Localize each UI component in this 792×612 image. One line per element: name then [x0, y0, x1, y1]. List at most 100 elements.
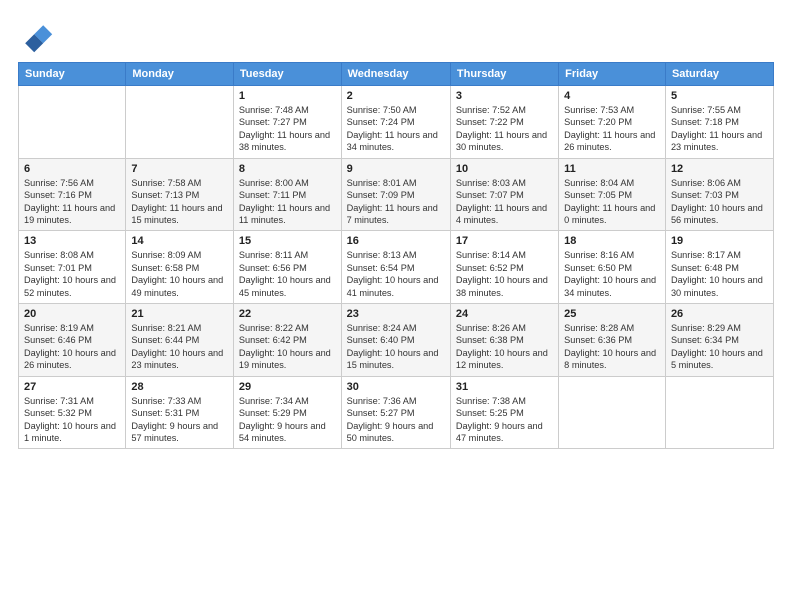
day-info: Sunrise: 7:53 AMSunset: 7:20 PMDaylight:… — [564, 104, 660, 154]
day-info: Sunrise: 7:38 AMSunset: 5:25 PMDaylight:… — [456, 395, 553, 445]
day-info: Sunrise: 8:09 AMSunset: 6:58 PMDaylight:… — [131, 249, 228, 299]
week-row-2: 13 Sunrise: 8:08 AMSunset: 7:01 PMDayligh… — [19, 231, 774, 304]
day-number: 26 — [671, 308, 768, 320]
day-info: Sunrise: 7:31 AMSunset: 5:32 PMDaylight:… — [24, 395, 120, 445]
weekday-header-monday: Monday — [126, 63, 234, 86]
day-number: 6 — [24, 163, 120, 175]
day-number: 12 — [671, 163, 768, 175]
day-info: Sunrise: 8:29 AMSunset: 6:34 PMDaylight:… — [671, 322, 768, 372]
calendar-cell: 31Sunrise: 7:38 AMSunset: 5:25 PMDayligh… — [450, 376, 558, 449]
calendar-cell: 30Sunrise: 7:36 AMSunset: 5:27 PMDayligh… — [341, 376, 450, 449]
day-info: Sunrise: 8:11 AMSunset: 6:56 PMDaylight:… — [239, 249, 336, 299]
calendar-cell: 26 Sunrise: 8:29 AMSunset: 6:34 PMDayligh… — [665, 304, 773, 377]
day-info: Sunrise: 7:48 AMSunset: 7:27 PMDaylight:… — [239, 104, 336, 154]
calendar-cell: 3Sunrise: 7:52 AMSunset: 7:22 PMDaylight… — [450, 86, 558, 159]
week-row-3: 20 Sunrise: 8:19 AMSunset: 6:46 PMDayligh… — [19, 304, 774, 377]
page: SundayMondayTuesdayWednesdayThursdayFrid… — [0, 0, 792, 612]
day-number: 20 — [24, 308, 120, 320]
logo-icon — [18, 18, 54, 54]
day-number: 23 — [347, 308, 445, 320]
day-number: 28 — [131, 381, 228, 393]
calendar-cell: 21 Sunrise: 8:21 AMSunset: 6:44 PMDayligh… — [126, 304, 234, 377]
day-info: Sunrise: 8:19 AMSunset: 6:46 PMDaylight:… — [24, 322, 120, 372]
day-number: 9 — [347, 163, 445, 175]
day-info: Sunrise: 8:00 AMSunset: 7:11 PMDaylight:… — [239, 177, 336, 227]
day-info: Sunrise: 8:04 AMSunset: 7:05 PMDaylight:… — [564, 177, 660, 227]
day-info: Sunrise: 8:26 AMSunset: 6:38 PMDaylight:… — [456, 322, 553, 372]
day-number: 18 — [564, 235, 660, 247]
calendar-table: SundayMondayTuesdayWednesdayThursdayFrid… — [18, 62, 774, 449]
calendar-cell: 29Sunrise: 7:34 AMSunset: 5:29 PMDayligh… — [233, 376, 341, 449]
day-info: Sunrise: 8:24 AMSunset: 6:40 PMDaylight:… — [347, 322, 445, 372]
calendar-cell: 20 Sunrise: 8:19 AMSunset: 6:46 PMDayligh… — [19, 304, 126, 377]
calendar-cell: 5 Sunrise: 7:55 AMSunset: 7:18 PMDaylight… — [665, 86, 773, 159]
day-info: Sunrise: 7:36 AMSunset: 5:27 PMDaylight:… — [347, 395, 445, 445]
day-number: 22 — [239, 308, 336, 320]
day-info: Sunrise: 8:17 AMSunset: 6:48 PMDaylight:… — [671, 249, 768, 299]
day-number: 27 — [24, 381, 120, 393]
day-info: Sunrise: 8:03 AMSunset: 7:07 PMDaylight:… — [456, 177, 553, 227]
calendar-cell: 15Sunrise: 8:11 AMSunset: 6:56 PMDayligh… — [233, 231, 341, 304]
day-info: Sunrise: 7:34 AMSunset: 5:29 PMDaylight:… — [239, 395, 336, 445]
calendar-cell: 10 Sunrise: 8:03 AMSunset: 7:07 PMDayligh… — [450, 158, 558, 231]
day-number: 25 — [564, 308, 660, 320]
week-row-0: 1 Sunrise: 7:48 AMSunset: 7:27 PMDaylight… — [19, 86, 774, 159]
calendar-cell: 13 Sunrise: 8:08 AMSunset: 7:01 PMDayligh… — [19, 231, 126, 304]
day-number: 16 — [347, 235, 445, 247]
weekday-header-sunday: Sunday — [19, 63, 126, 86]
calendar-cell: 7 Sunrise: 7:58 AMSunset: 7:13 PMDaylight… — [126, 158, 234, 231]
day-info: Sunrise: 8:08 AMSunset: 7:01 PMDaylight:… — [24, 249, 120, 299]
day-number: 5 — [671, 90, 768, 102]
header — [18, 18, 774, 54]
calendar-cell: 6 Sunrise: 7:56 AMSunset: 7:16 PMDaylight… — [19, 158, 126, 231]
calendar-cell: 14 Sunrise: 8:09 AMSunset: 6:58 PMDayligh… — [126, 231, 234, 304]
calendar-cell: 17Sunrise: 8:14 AMSunset: 6:52 PMDayligh… — [450, 231, 558, 304]
day-info: Sunrise: 8:28 AMSunset: 6:36 PMDaylight:… — [564, 322, 660, 372]
weekday-header-thursday: Thursday — [450, 63, 558, 86]
calendar-cell: 11 Sunrise: 8:04 AMSunset: 7:05 PMDayligh… — [559, 158, 666, 231]
day-number: 7 — [131, 163, 228, 175]
day-info: Sunrise: 7:55 AMSunset: 7:18 PMDaylight:… — [671, 104, 768, 154]
day-info: Sunrise: 8:01 AMSunset: 7:09 PMDaylight:… — [347, 177, 445, 227]
calendar-cell: 28 Sunrise: 7:33 AMSunset: 5:31 PMDayligh… — [126, 376, 234, 449]
day-number: 8 — [239, 163, 336, 175]
calendar-cell — [665, 376, 773, 449]
calendar-cell: 22Sunrise: 8:22 AMSunset: 6:42 PMDayligh… — [233, 304, 341, 377]
logo — [18, 18, 58, 54]
day-number: 13 — [24, 235, 120, 247]
week-row-1: 6 Sunrise: 7:56 AMSunset: 7:16 PMDaylight… — [19, 158, 774, 231]
calendar-cell — [19, 86, 126, 159]
calendar-cell: 16 Sunrise: 8:13 AMSunset: 6:54 PMDayligh… — [341, 231, 450, 304]
day-number: 11 — [564, 163, 660, 175]
day-number: 1 — [239, 90, 336, 102]
day-info: Sunrise: 7:50 AMSunset: 7:24 PMDaylight:… — [347, 104, 445, 154]
weekday-header-wednesday: Wednesday — [341, 63, 450, 86]
calendar-cell: 9 Sunrise: 8:01 AMSunset: 7:09 PMDaylight… — [341, 158, 450, 231]
calendar-cell: 24Sunrise: 8:26 AMSunset: 6:38 PMDayligh… — [450, 304, 558, 377]
day-number: 10 — [456, 163, 553, 175]
weekday-header-friday: Friday — [559, 63, 666, 86]
calendar-cell: 25 Sunrise: 8:28 AMSunset: 6:36 PMDayligh… — [559, 304, 666, 377]
calendar-cell: 19Sunrise: 8:17 AMSunset: 6:48 PMDayligh… — [665, 231, 773, 304]
calendar-cell: 1 Sunrise: 7:48 AMSunset: 7:27 PMDaylight… — [233, 86, 341, 159]
calendar-cell: 27 Sunrise: 7:31 AMSunset: 5:32 PMDayligh… — [19, 376, 126, 449]
day-number: 2 — [347, 90, 445, 102]
day-info: Sunrise: 7:33 AMSunset: 5:31 PMDaylight:… — [131, 395, 228, 445]
calendar-cell: 2 Sunrise: 7:50 AMSunset: 7:24 PMDaylight… — [341, 86, 450, 159]
day-info: Sunrise: 8:13 AMSunset: 6:54 PMDaylight:… — [347, 249, 445, 299]
weekday-header-tuesday: Tuesday — [233, 63, 341, 86]
day-info: Sunrise: 8:21 AMSunset: 6:44 PMDaylight:… — [131, 322, 228, 372]
calendar-cell: 18 Sunrise: 8:16 AMSunset: 6:50 PMDayligh… — [559, 231, 666, 304]
day-info: Sunrise: 7:56 AMSunset: 7:16 PMDaylight:… — [24, 177, 120, 227]
calendar-cell: 8 Sunrise: 8:00 AMSunset: 7:11 PMDaylight… — [233, 158, 341, 231]
day-number: 4 — [564, 90, 660, 102]
calendar-cell: 23 Sunrise: 8:24 AMSunset: 6:40 PMDayligh… — [341, 304, 450, 377]
day-info: Sunrise: 7:58 AMSunset: 7:13 PMDaylight:… — [131, 177, 228, 227]
day-number: 17 — [456, 235, 553, 247]
day-number: 14 — [131, 235, 228, 247]
day-number: 21 — [131, 308, 228, 320]
calendar-cell — [559, 376, 666, 449]
day-number: 3 — [456, 90, 553, 102]
weekday-header-saturday: Saturday — [665, 63, 773, 86]
day-info: Sunrise: 8:16 AMSunset: 6:50 PMDaylight:… — [564, 249, 660, 299]
